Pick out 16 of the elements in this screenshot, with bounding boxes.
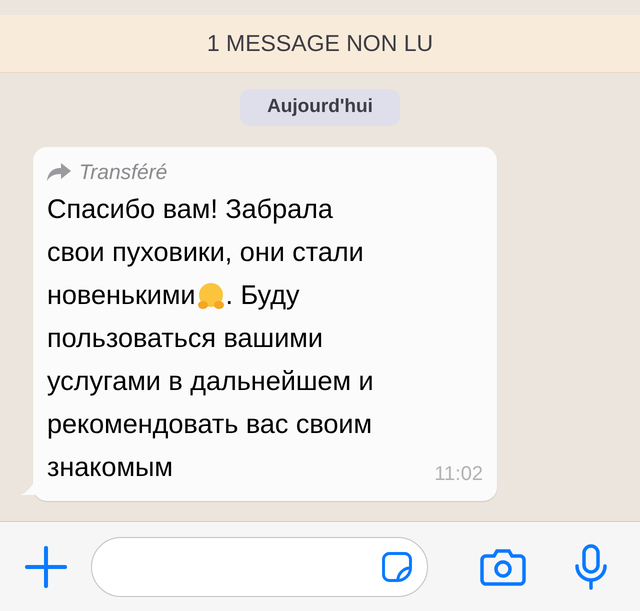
plus-icon[interactable] [25, 546, 67, 588]
date-chip: Aujourd'hui [240, 89, 400, 126]
message-time: 11:02 [434, 462, 483, 487]
message-line: услугами в дальнейшем и [47, 365, 374, 398]
message-line: знакомым [47, 451, 173, 484]
microphone-icon[interactable] [574, 544, 608, 590]
message-line: свои пуховики, они стали [47, 236, 364, 269]
message-line: . Буду [226, 279, 300, 312]
message-line: рекомендовать вас своим [47, 408, 372, 441]
message-line: новенькими [47, 279, 196, 312]
forwarded-label: Transféré [79, 160, 168, 186]
unread-banner: 1 MESSAGE NON LU [0, 15, 640, 73]
forward-arrow-icon [47, 163, 71, 182]
message-line: Спасибо вам! Забрала [47, 193, 333, 226]
message-line: пользоваться вашими [47, 322, 323, 355]
camera-icon[interactable] [480, 548, 526, 586]
